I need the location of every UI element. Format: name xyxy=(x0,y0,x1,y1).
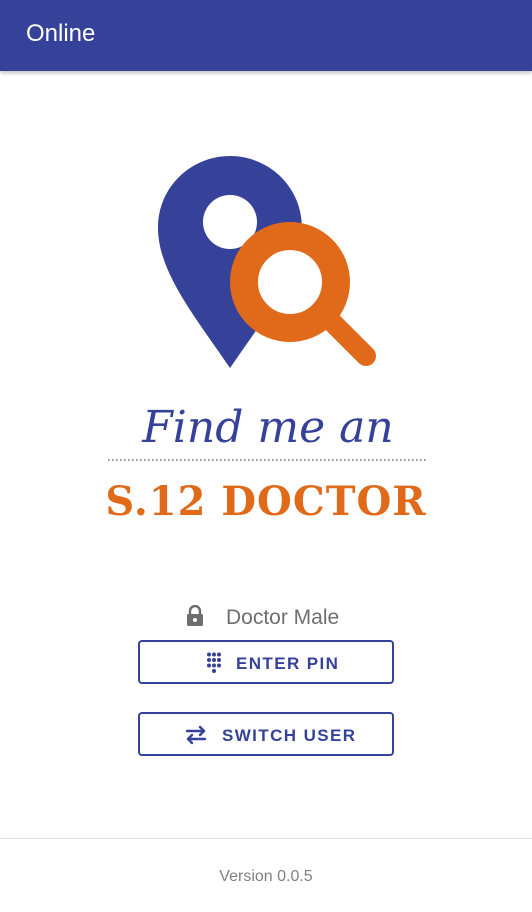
user-name: Doctor Male xyxy=(226,606,340,629)
enter-pin-label: ENTER PIN xyxy=(236,654,340,673)
app-bar: Online xyxy=(0,0,532,71)
magnifier-icon xyxy=(230,222,376,366)
swap-icon xyxy=(185,725,207,745)
app-version: Version 0.0.5 xyxy=(219,868,313,885)
login-screen: Online Find me an S.12 DOCTOR Doctor Mal… xyxy=(0,0,532,912)
current-user: Doctor Male xyxy=(0,600,532,636)
lock-icon xyxy=(187,605,203,626)
switch-user-button[interactable]: SWITCH USER xyxy=(138,712,394,756)
dialpad-icon xyxy=(207,652,221,673)
footer-divider xyxy=(0,838,532,839)
app-logo: Find me an S.12 DOCTOR xyxy=(105,156,426,525)
enter-pin-button[interactable]: ENTER PIN xyxy=(138,640,394,684)
logo-brand: S.12 DOCTOR xyxy=(105,478,426,525)
app-bar-title: Online xyxy=(26,20,96,47)
switch-user-label: SWITCH USER xyxy=(222,726,357,745)
logo-tagline: Find me an xyxy=(141,402,393,453)
